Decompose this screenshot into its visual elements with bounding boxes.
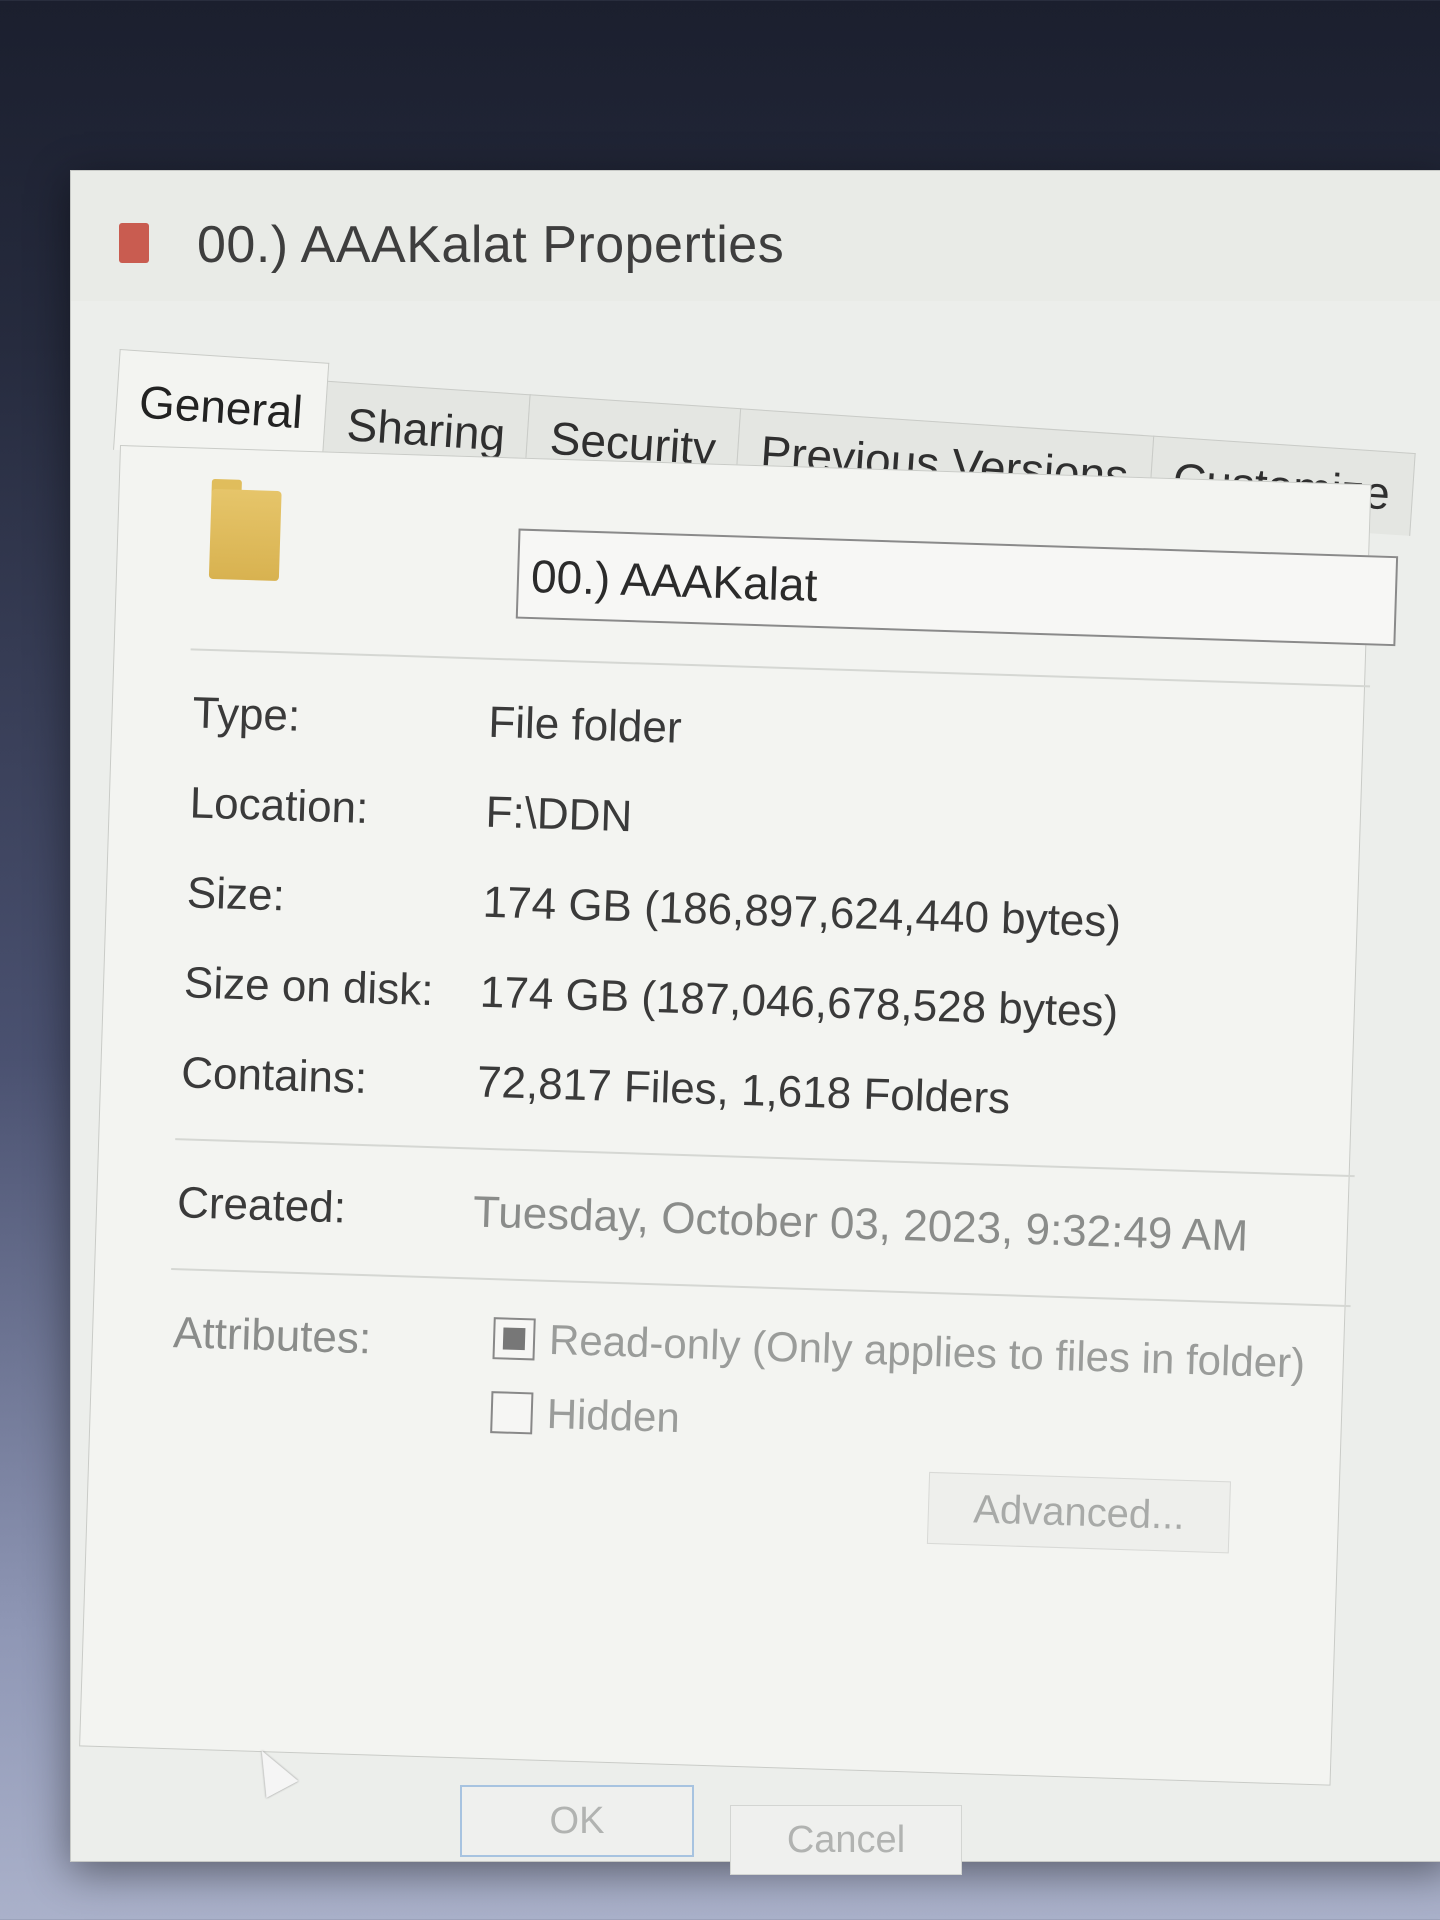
window-title: 00.) AAAKalat Properties [197,216,785,274]
general-panel: 00.) AAAKalat Type: File folder Location… [79,445,1399,1786]
separator [190,648,1371,688]
readonly-row[interactable]: Read-only (Only applies to files in fold… [492,1314,1306,1387]
location-label: Location: [189,778,370,833]
created-label: Created: [176,1178,347,1233]
readonly-checkbox[interactable] [492,1317,536,1361]
separator [175,1138,1355,1178]
readonly-label: Read-only (Only applies to files in fold… [548,1315,1306,1387]
location-value: F:\DDN [484,787,634,842]
type-value: File folder [487,697,683,753]
size-value: 174 GB (186,897,624,440 bytes) [482,877,1122,947]
folder-properties-icon [119,223,149,263]
advanced-button[interactable]: Advanced... [926,1471,1231,1554]
hidden-row[interactable]: Hidden [490,1388,681,1442]
contains-value: 72,817 Files, 1,618 Folders [476,1057,1011,1124]
folder-name-field[interactable]: 00.) AAAKalat [515,528,1399,647]
hidden-checkbox[interactable] [490,1391,534,1435]
size-label: Size: [186,868,286,921]
cancel-button[interactable]: Cancel [730,1805,962,1875]
hidden-label: Hidden [546,1389,681,1442]
attributes-label: Attributes: [172,1308,372,1364]
separator [171,1268,1351,1308]
size-on-disk-value: 174 GB (187,046,678,528 bytes) [479,967,1119,1037]
ok-button[interactable]: OK [460,1785,694,1857]
type-label: Type: [191,688,301,741]
title-bar[interactable]: 00.) AAAKalat Properties [71,171,1440,301]
contains-label: Contains: [180,1048,368,1104]
folder-icon [208,488,282,582]
size-on-disk-label: Size on disk: [183,958,435,1016]
created-value: Tuesday, October 03, 2023, 9:32:49 AM [472,1187,1249,1261]
